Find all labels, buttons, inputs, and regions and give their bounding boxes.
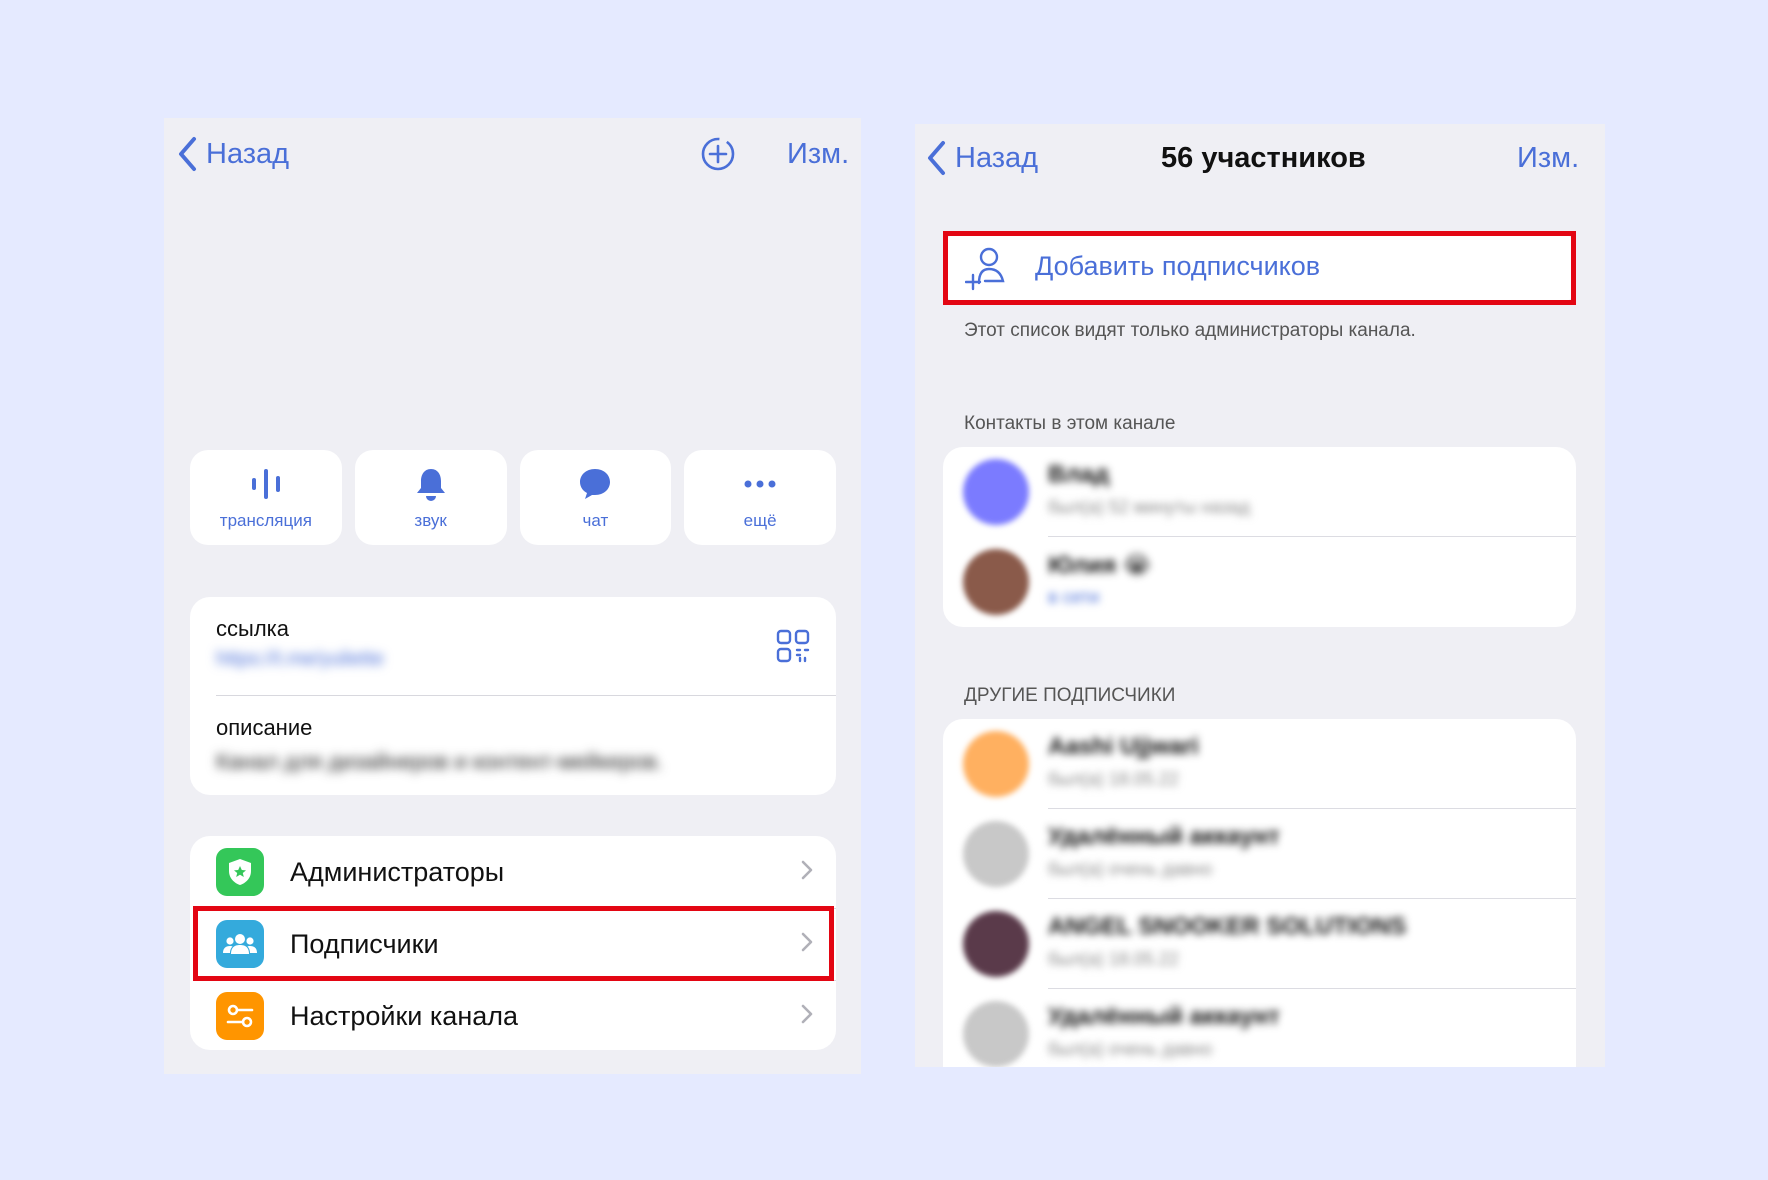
edit-button[interactable]: Изм. [787, 138, 849, 171]
back-button[interactable]: Назад [925, 140, 1038, 176]
description-label: описание [216, 715, 313, 740]
contact-status: в сети [1048, 587, 1100, 607]
description-value: Канал для дизайнеров и контент-мейкеров. [216, 749, 663, 774]
chat-button[interactable]: чат [519, 450, 672, 545]
highlight-box-add-subscribers [943, 231, 1576, 305]
menu-item-channel-settings[interactable]: Настройки канала [190, 980, 836, 1050]
divider [216, 695, 836, 696]
contact-status: был(а) очень давно [1048, 859, 1213, 879]
more-button[interactable]: ещё [684, 450, 836, 545]
list-item[interactable]: Юлия 😭 в сети [943, 537, 1576, 627]
contact-name: Aashi Ujjwari [1048, 733, 1199, 760]
chevron-left-icon [176, 136, 198, 172]
contact-name: Влад [1048, 461, 1110, 488]
contact-name: ANGEL SNOOKER SOLUTIONS [1048, 913, 1407, 940]
chevron-right-icon [800, 1003, 814, 1030]
contacts-section-header: Контакты в этом канале [964, 413, 1176, 434]
list-item[interactable]: Удалённый аккаунт был(а) очень давно [943, 989, 1576, 1067]
admin-note: Этот список видят только администраторы … [964, 320, 1416, 341]
sound-button[interactable]: звук [354, 450, 507, 545]
broadcast-label: трансляция [219, 510, 312, 530]
avatar [963, 731, 1029, 797]
more-dots-icon [742, 465, 778, 503]
contact-status: был(а) очень давно [1048, 1039, 1213, 1059]
list-item[interactable]: Влад был(а) 52 минуты назад [943, 447, 1576, 537]
channel-info-card: ссылка https://t.me/yuliette описание Ка… [190, 597, 836, 795]
others-list: Aashi Ujjwari был(а) 18.05.22 Удалённый … [943, 719, 1576, 1067]
avatar [963, 549, 1029, 615]
broadcast-icon [248, 465, 284, 503]
bell-icon [414, 465, 448, 503]
back-button[interactable]: Назад [176, 136, 289, 172]
avatar [963, 821, 1029, 887]
settings-sliders-icon [216, 992, 264, 1040]
contact-name: Юлия 😭 [1048, 552, 1151, 579]
members-screen: Назад 56 участников Изм. Добавить подпис… [915, 124, 1605, 1067]
highlight-box-subscribers [193, 906, 834, 981]
chat-bubble-icon [577, 465, 613, 503]
avatar [963, 1001, 1029, 1067]
contacts-list: Влад был(а) 52 минуты назад Юлия 😭 в сет… [943, 447, 1576, 627]
avatar [963, 911, 1029, 977]
broadcast-button[interactable]: трансляция [190, 450, 342, 545]
action-buttons: трансляция звук чат ещё [190, 450, 836, 545]
others-section-header: ДРУГИЕ ПОДПИСЧИКИ [964, 685, 1176, 706]
menu-item-administrators[interactable]: Администраторы [190, 836, 836, 908]
chevron-right-icon [800, 859, 814, 886]
link-label: ссылка [216, 616, 289, 641]
list-item[interactable]: Удалённый аккаунт был(а) очень давно [943, 809, 1576, 899]
more-label: ещё [743, 510, 777, 530]
channel-settings-label: Настройки канала [290, 1000, 519, 1031]
description-row: описание Канал для дизайнеров и контент-… [216, 715, 810, 775]
edit-button[interactable]: Изм. [1517, 142, 1579, 175]
channel-info-screen: Назад Изм. трансляция звук чат ещё ссылк… [164, 118, 861, 1074]
link-value[interactable]: https://t.me/yuliette [216, 648, 810, 671]
page-title: 56 участников [1161, 142, 1366, 174]
back-label: Назад [206, 137, 290, 170]
back-label: Назад [955, 141, 1039, 174]
contact-name: Удалённый аккаунт [1048, 1003, 1280, 1030]
contact-status: был(а) 18.05.22 [1048, 769, 1179, 789]
link-row[interactable]: ссылка https://t.me/yuliette [216, 616, 810, 671]
add-circle-icon[interactable] [700, 136, 736, 177]
administrators-label: Администраторы [290, 856, 505, 887]
list-item[interactable]: ANGEL SNOOKER SOLUTIONS был(а) 18.05.22 [943, 899, 1576, 989]
qr-code-icon[interactable] [776, 629, 810, 668]
contact-name: Удалённый аккаунт [1048, 823, 1280, 850]
contact-status: был(а) 18.05.22 [1048, 949, 1179, 969]
contact-status: был(а) 52 минуты назад [1048, 497, 1250, 517]
chat-label: чат [582, 510, 609, 530]
avatar [963, 459, 1029, 525]
chevron-left-icon [925, 140, 947, 176]
admin-shield-icon [216, 848, 264, 896]
sound-label: звук [414, 510, 447, 530]
list-item[interactable]: Aashi Ujjwari был(а) 18.05.22 [943, 719, 1576, 809]
